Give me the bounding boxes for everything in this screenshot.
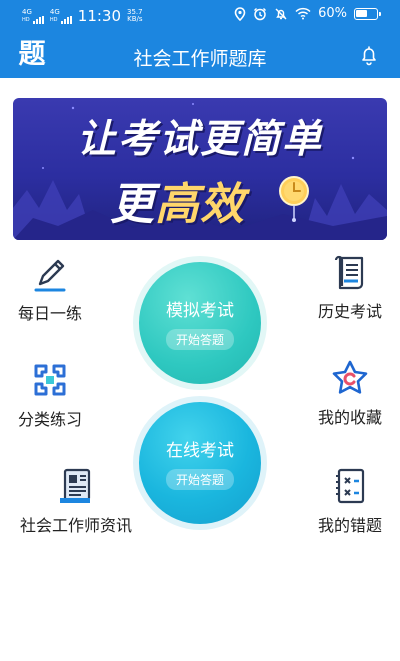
signal-1: 4G HD xyxy=(22,7,44,24)
banner-word-1: 更 xyxy=(110,179,155,230)
online-exam-button[interactable]: 在线考试 开始答题 xyxy=(139,402,261,524)
status-time: 11:30 xyxy=(77,7,122,25)
page-title: 社会工作师题库 xyxy=(133,48,267,70)
network-type-1: 4G xyxy=(22,7,32,16)
banner-word-2: 高效 xyxy=(155,179,245,230)
menu-news[interactable]: 社会工作师资讯 xyxy=(8,466,144,536)
mock-exam-start[interactable]: 开始答题 xyxy=(165,329,234,350)
menu-news-label: 社会工作师资讯 xyxy=(19,516,132,535)
online-exam-title: 在线考试 xyxy=(166,441,234,461)
menu-category-practice-label: 分类练习 xyxy=(17,410,82,429)
network-speed: 35.7 KB/s xyxy=(127,9,143,23)
menu-my-mistakes-label: 我的错题 xyxy=(317,516,382,535)
signal-bars-icon xyxy=(60,15,72,24)
menu-my-favorites[interactable]: 我的收藏 xyxy=(310,358,390,428)
menu-my-favorites-label: 我的收藏 xyxy=(317,408,382,427)
app-header: 题 社会工作师题库 xyxy=(0,32,400,78)
location-icon xyxy=(234,6,246,21)
status-bar: 4G HD 4G HD 11:30 35.7 KB/s 60% xyxy=(0,0,400,32)
bell-icon[interactable] xyxy=(358,44,380,66)
menu-category-practice[interactable]: 分类练习 xyxy=(12,360,88,430)
status-right: 60% xyxy=(234,6,381,21)
online-exam-start[interactable]: 开始答题 xyxy=(165,469,234,490)
menu-history-exam-label: 历史考试 xyxy=(317,302,382,321)
error-book-icon xyxy=(336,468,365,504)
battery-icon xyxy=(354,7,381,20)
alarm-icon xyxy=(254,7,267,20)
banner-headline: 让考试更简单 xyxy=(76,117,323,162)
mute-icon xyxy=(275,8,287,19)
battery-percent: 60% xyxy=(318,6,347,21)
signal-2: 4G HD xyxy=(49,7,72,24)
mock-exam-button[interactable]: 模拟考试 开始答题 xyxy=(139,262,261,384)
star-icon xyxy=(332,360,368,394)
signal-bars-icon xyxy=(32,15,44,24)
speed-unit: KB/s xyxy=(127,15,143,23)
promo-banner[interactable]: 让考试更简单 更高效 xyxy=(13,98,387,240)
wifi-icon xyxy=(295,7,311,20)
network-type-2: 4G xyxy=(49,7,60,16)
menu-daily-practice-label: 每日一练 xyxy=(17,304,82,323)
status-left: 4G HD 4G HD 11:30 35.7 KB/s xyxy=(22,7,143,25)
scroll-document-icon xyxy=(334,255,364,290)
banner-subheadline: 更高效 xyxy=(110,168,245,232)
battery-fill xyxy=(356,9,367,17)
category-grid-icon xyxy=(34,364,66,396)
pencil-icon xyxy=(34,259,66,292)
newspaper-icon xyxy=(60,468,91,503)
menu-history-exam[interactable]: 历史考试 xyxy=(310,252,390,322)
menu-my-mistakes[interactable]: 我的错题 xyxy=(310,466,390,536)
menu-daily-practice[interactable]: 每日一练 xyxy=(12,254,88,324)
mock-exam-title: 模拟考试 xyxy=(166,301,234,321)
network-sup-1: HD xyxy=(22,16,30,23)
network-sup-2: HD xyxy=(49,16,58,23)
clock-icon xyxy=(279,176,309,222)
